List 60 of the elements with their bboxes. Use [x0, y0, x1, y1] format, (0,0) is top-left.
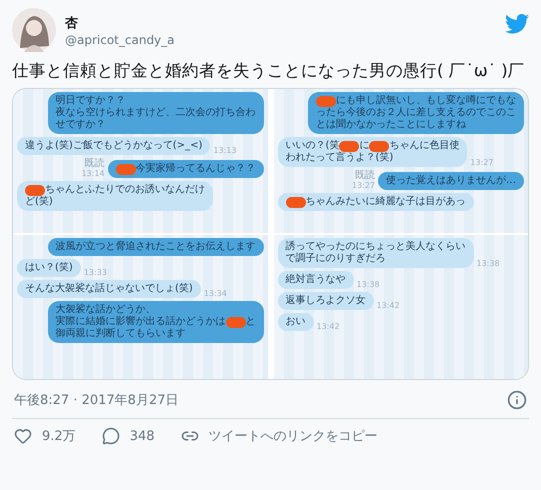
message-time: 13:33 — [84, 268, 107, 277]
message-text: と — [246, 316, 256, 328]
redaction-mark — [25, 184, 45, 196]
message-text: 明日ですか？？ — [56, 95, 126, 106]
redaction-mark — [116, 164, 136, 174]
message-text: 今実家帰ってるんじゃ？？ — [136, 163, 256, 175]
message-text: 違うよ(笑)ご飯でもどうかなって(>_<) — [25, 140, 202, 152]
message-time: 13:27 — [470, 158, 494, 167]
message-text: にも申し訳無いし、もし変な噂にでもな — [336, 95, 516, 106]
message-text: 波風が立つと脅迫されたことをお伝えします — [56, 241, 256, 253]
message-time: 13:42 — [376, 301, 400, 310]
chat-screenshot[interactable] — [12, 88, 529, 380]
message-text: われたって言うよ？(笑) — [286, 152, 394, 164]
redaction-mark — [226, 316, 246, 328]
author-handle[interactable]: @apricot_candy_a — [65, 32, 496, 46]
message-text: ちゃんとふたりでのお誘いなんだけ — [45, 184, 205, 196]
message-text: とは聞かなかったことにしますね — [316, 119, 466, 131]
message-text: 大袈裟な話かどうか、 — [56, 304, 156, 316]
message-text: 実際に結婚に影響が出る話かどうかは — [56, 316, 226, 328]
message-text: ど(笑) — [25, 196, 53, 208]
read-receipt: 既読 — [355, 170, 375, 181]
message-time: 13:34 — [204, 289, 227, 298]
message-time: 13:27 — [352, 181, 375, 190]
message-time: 13:38 — [356, 280, 380, 289]
speech-bubble-icon — [102, 427, 120, 445]
message-text: 夜なら空けられますけど、二次会の打ち合わ — [56, 107, 256, 119]
redaction-mark — [286, 196, 306, 208]
message-text: 誘ってやったのにちょっと美人なくらい — [286, 241, 466, 252]
tweet-timestamp[interactable]: 午後8:27 · 2017年8月27日 — [14, 391, 178, 409]
info-icon[interactable] — [507, 390, 527, 410]
message-text: はい？(笑) — [25, 262, 73, 274]
message-text: ったら今後のお２人に差し支えるのでこのこ — [316, 107, 516, 119]
redaction-mark — [339, 140, 360, 152]
message-text: 御両親に判断してもらいます — [56, 328, 186, 340]
message-time: 13:13 — [213, 146, 236, 155]
tweet-text: 仕事と信頼と貯金と婚約者を失うことになった男の愚行( 厂˙ω˙ )厂 — [12, 60, 526, 82]
message-text: いいの？(笑 — [286, 140, 340, 152]
message-text: ちゃんみたいに綺麗な子は目があっ — [306, 196, 466, 208]
heart-icon — [14, 427, 32, 445]
link-button[interactable]: ツイートへのリンクをコピー — [180, 427, 378, 445]
author-name[interactable]: 杏 — [65, 14, 496, 32]
message-text: ちゃんに色目使 — [389, 140, 460, 152]
message-text: に — [359, 140, 370, 152]
message-text: で調子にのりすぎだろ — [286, 253, 386, 265]
read-receipt: 既読 — [84, 158, 104, 169]
like-button[interactable]: 9.2万 — [14, 427, 76, 445]
message-time: 13:42 — [316, 322, 340, 331]
message-text: おい — [286, 316, 306, 328]
avatar[interactable] — [12, 8, 56, 52]
reply-button[interactable]: 348 — [102, 427, 155, 445]
message-text: そんな大袈裟な話じゃないでしょ(笑) — [25, 283, 193, 295]
message-text: 使った覚えはありませんが… — [386, 175, 516, 187]
redaction-mark — [369, 140, 390, 152]
message-time: 13:14 — [81, 169, 104, 178]
redaction-mark — [316, 96, 336, 106]
bird-icon — [505, 14, 529, 34]
message-time: 13:38 — [476, 259, 500, 268]
message-text: 返事しろよクソ女 — [286, 295, 366, 307]
message-text: 絶対言うなや — [286, 274, 346, 286]
message-text: せですか？ — [56, 119, 106, 131]
